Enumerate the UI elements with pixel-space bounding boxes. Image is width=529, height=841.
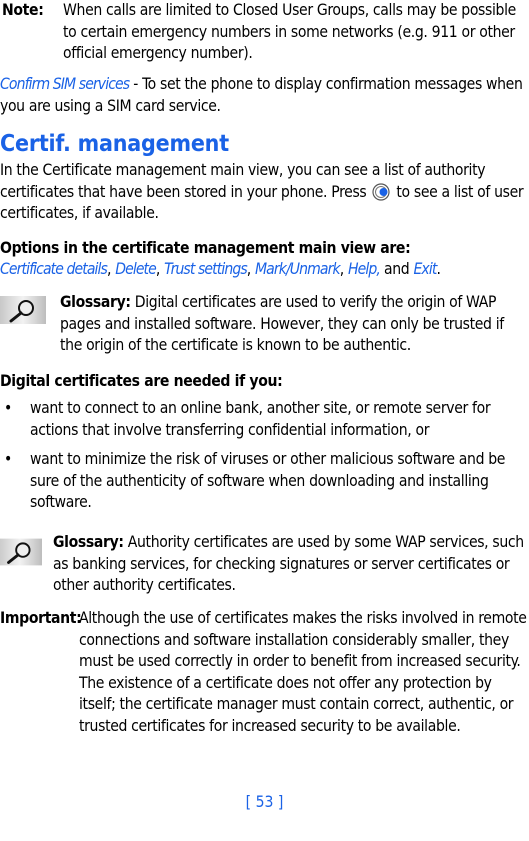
list-item-text: want to minimize the risk of viruses or … [30,450,506,511]
note-text: When calls are limited to Closed User Gr… [63,1,516,62]
glossary-1-label: Glossary: [60,293,131,311]
glossary-block-1: Glossary: Digital certificates are used … [0,292,529,357]
options-title: Options in the certificate management ma… [0,239,411,257]
glossary-block-2: Glossary: Authority certificates are use… [0,532,529,597]
manual-page: Note: When calls are limited to Closed U… [0,0,529,841]
list-item: • want to connect to an online bank, anot… [0,398,529,441]
glossary-2-text: Glossary: Authority certificates are use… [53,532,529,597]
intro-paragraph: In the Certificate management main view,… [0,160,529,225]
bullet-icon: • [4,450,12,468]
option-delete[interactable]: Delete [115,260,157,278]
note-label: Note: [2,1,44,19]
navigation-key-right-icon [372,182,390,201]
options-and: and [384,260,410,278]
list-item-text: want to connect to an online bank, anoth… [30,399,491,439]
option-certificate-details[interactable]: Certificate details [0,260,108,278]
important-block: Important: Although the use of certifica… [0,608,529,737]
magnifier-icon [0,296,46,324]
important-label: Important: [0,609,82,627]
options-end: . [436,260,441,278]
option-exit[interactable]: Exit [413,260,437,278]
confirm-sim-link[interactable]: Confirm SIM services [0,75,130,93]
option-mark-unmark[interactable]: Mark/Unmark [255,260,341,278]
option-help[interactable]: Help, [348,260,381,278]
magnifier-icon [0,538,42,566]
needed-title: Digital certificates are needed if you: [0,372,283,390]
option-trust-settings[interactable]: Trust settings [164,260,248,278]
options-list: Certificate details, Delete, Trust setti… [0,260,441,278]
glossary-1-text: Glossary: Digital certificates are used … [60,292,529,357]
page-number: [ 53 ] [245,793,284,811]
confirm-sim-paragraph: Confirm SIM services - To set the phone … [0,74,529,117]
note-block: Note: When calls are limited to Closed U… [2,0,529,65]
section-heading: Certif. management [0,131,229,157]
bullet-icon: • [4,399,12,417]
list-item: • want to minimize the risk of viruses or… [0,449,529,514]
important-text: Although the use of certificates makes t… [79,609,527,735]
needed-list: • want to connect to an online bank, anot… [0,398,529,522]
glossary-2-label: Glossary: [53,533,124,551]
glossary-2-body: Authority certificates are used by some … [53,533,524,594]
